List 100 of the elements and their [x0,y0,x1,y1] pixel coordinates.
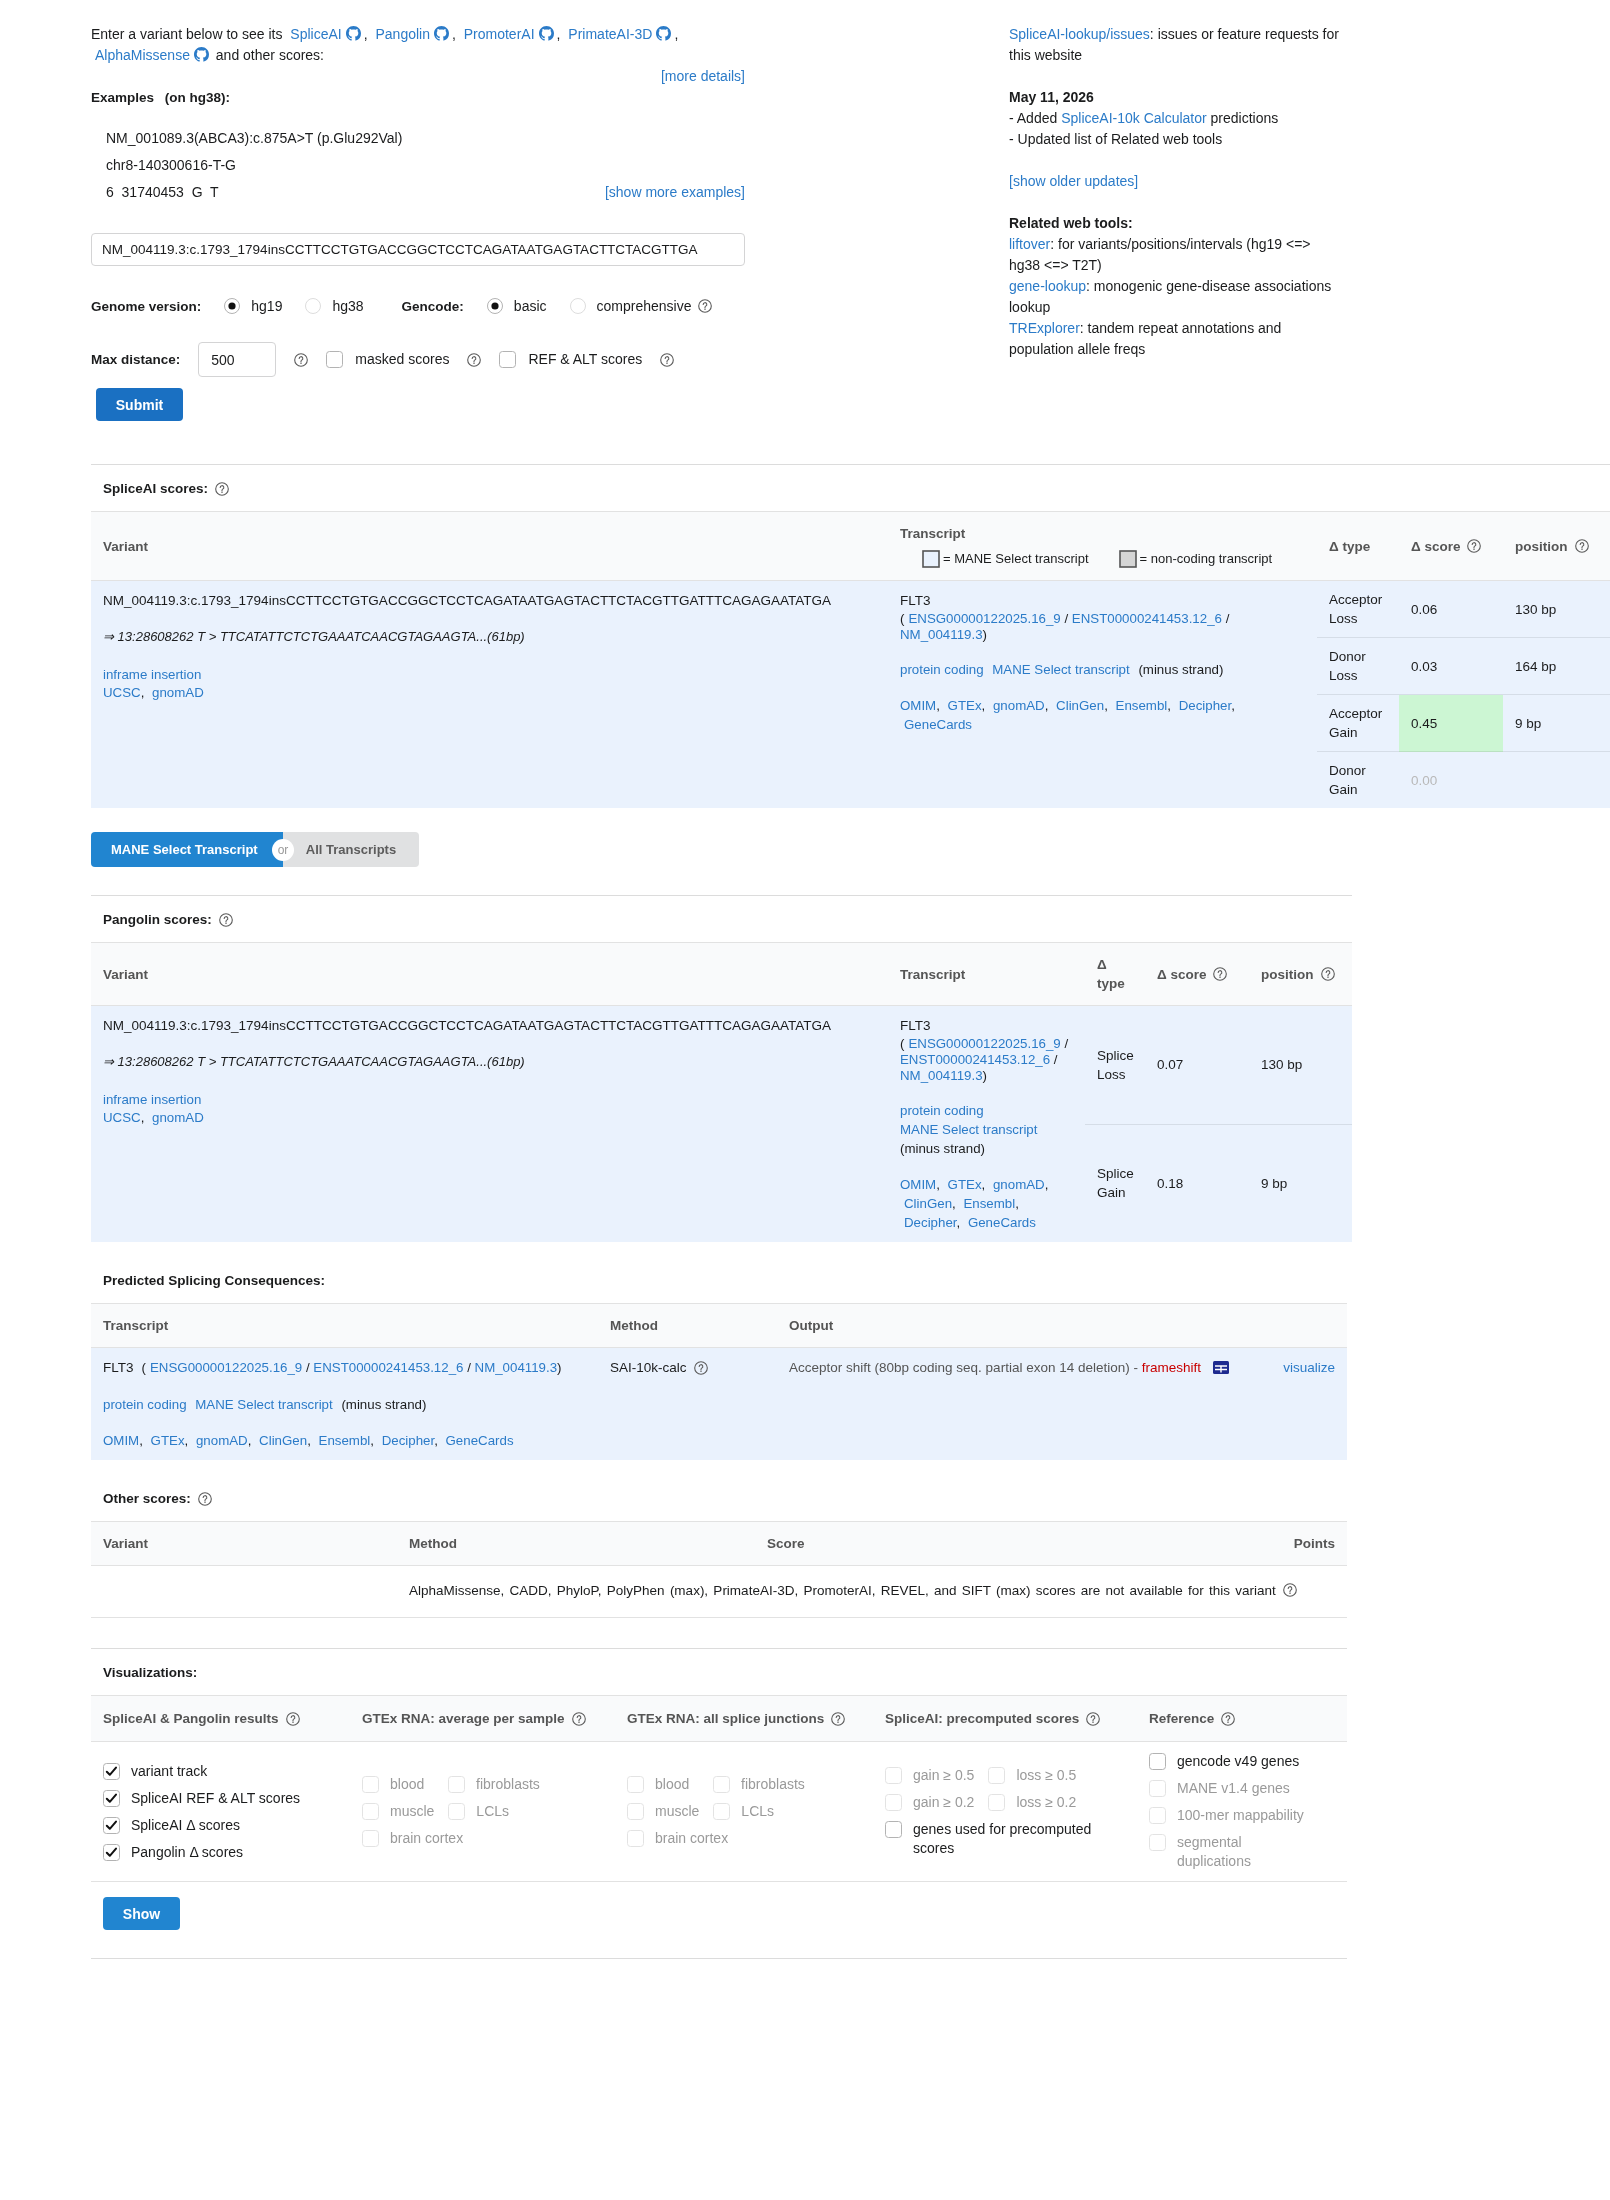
help-icon[interactable] [285,1711,300,1726]
table-icon[interactable] [1213,1361,1229,1374]
checkbox[interactable] [103,1762,120,1780]
section-title: SpliceAI scores: [103,480,209,498]
checkbox-label: genes used for precomputed scores [913,1819,1093,1858]
example-variant[interactable]: NM_001089.3(ABCA3):c.875A>T (p.Glu292Val) [106,125,403,152]
transcript-ids: ( ENSG00000122025.16_9 / ENST00000241453.12_6 / NM_004119.3) [900,611,1231,643]
external-link[interactable]: gnomAD [195,1433,248,1448]
transcript-link[interactable]: ENSG00000122025.16_9 [908,611,1061,626]
submit-button[interactable]: Submit [96,388,183,421]
external-link[interactable]: GTEx [947,698,982,713]
help-icon[interactable] [698,299,713,313]
external-link[interactable]: gnomAD [152,685,204,700]
github-icon[interactable] [656,26,672,41]
tag-link[interactable]: MANE Select transcript [195,1397,333,1412]
external-link[interactable]: OMIM [900,1177,937,1192]
checkbox[interactable] [103,1789,120,1807]
checkbox[interactable] [326,351,344,368]
transcript-link[interactable]: ENSG00000122025.16_9 [908,1036,1061,1051]
radio-button[interactable] [305,298,322,314]
help-icon[interactable] [1282,1583,1297,1597]
external-link[interactable]: GeneCards [967,1215,1036,1230]
tool-link[interactable]: AlphaMissense [95,47,190,63]
external-link[interactable]: Decipher [381,1433,435,1448]
transcript-link[interactable]: ENST00000241453.12_6 [1071,611,1222,626]
transcript-link[interactable]: ENST00000241453.12_6 [313,1360,464,1375]
section-title: Pangolin scores: [103,911,212,929]
radio-button[interactable] [224,298,241,314]
external-link[interactable]: GTEx [947,1177,982,1192]
external-link[interactable]: gnomAD [992,1177,1045,1192]
tag-link[interactable]: protein coding [900,1103,984,1118]
github-icon[interactable] [345,26,361,41]
radio-button[interactable] [486,298,503,314]
help-icon[interactable] [1467,539,1482,553]
checkbox[interactable] [103,1816,120,1834]
help-icon[interactable] [467,352,482,367]
help-icon[interactable] [693,1360,708,1375]
external-link[interactable]: Decipher [904,1215,957,1230]
help-icon[interactable] [218,913,233,927]
help-icon[interactable] [660,352,675,367]
checkbox[interactable] [103,1843,120,1861]
issues-link[interactable]: SpliceAI-lookup/issues [1009,26,1150,42]
update-link[interactable]: SpliceAI-10k Calculator [1061,110,1207,126]
help-icon[interactable] [294,352,309,367]
external-link[interactable]: OMIM [103,1433,140,1448]
tool-link[interactable]: PrimateAI-3D [568,26,653,42]
splice-type: Acceptor Gain [1329,706,1383,740]
tag-link[interactable]: protein coding [900,662,984,677]
tag-link[interactable]: MANE Select transcript [900,1122,1038,1137]
transcript-link[interactable]: NM_004119.3 [900,627,983,642]
splice-position: 130 bp [1515,601,1557,617]
column-header: SpliceAI: precomputed scores [885,1710,1080,1728]
github-icon[interactable] [433,26,449,41]
more-examples-link[interactable]: [show more examples] [604,184,745,200]
tag-link[interactable]: protein coding [103,1397,187,1412]
transcript-link[interactable]: ENST00000241453.12_6 [900,1052,1051,1067]
checkbox[interactable] [885,1820,902,1838]
radio-button[interactable] [569,298,586,314]
github-icon[interactable] [193,47,209,62]
consequence-link[interactable]: inframe insertion [103,1092,202,1107]
max-distance-input[interactable]: 500 [198,342,277,377]
external-link[interactable]: GeneCards [445,1433,514,1448]
external-link[interactable]: gnomAD [152,1110,204,1125]
visualize-link[interactable]: visualize [1283,1358,1335,1377]
external-link[interactable]: gnomAD [992,698,1045,713]
external-link[interactable]: GeneCards [904,717,972,732]
help-icon[interactable] [1213,967,1228,981]
github-icon[interactable] [538,26,554,41]
checkbox[interactable] [499,351,517,368]
external-link[interactable]: GTEx [150,1433,185,1448]
help-icon[interactable] [1221,1711,1236,1726]
checkbox[interactable] [1149,1753,1166,1770]
help-icon[interactable] [1320,967,1335,981]
help-icon[interactable] [1086,1711,1101,1726]
tool-link[interactable]: PromoterAI [463,26,535,42]
tag-link[interactable]: MANE Select transcript [992,662,1130,677]
transcript-link[interactable]: NM_004119.3 [900,1068,983,1083]
older-updates-link[interactable]: [show older updates] [1009,173,1139,189]
variant-input[interactable]: NM_004119.3:c.1793_1794insCCTTCCTGTGACCGGCTCCTCAGATAATGAGTACTTCTACGTTGA [91,233,745,266]
external-link[interactable]: OMIM [900,698,937,713]
consequence-link[interactable]: inframe insertion [103,667,202,682]
section-title: Other scores: [103,1490,191,1508]
help-icon[interactable] [831,1711,846,1726]
transcript-link[interactable]: ENSG00000122025.16_9 [149,1360,303,1375]
external-link[interactable]: UCSC [103,685,141,700]
example-variant[interactable]: chr8-140300616-T-G [106,152,236,179]
help-icon[interactable] [1574,539,1589,553]
more-details-link[interactable]: [more details] [660,66,745,87]
tool-link[interactable]: TRExplorer [1009,320,1080,336]
help-icon[interactable] [571,1711,586,1726]
external-link[interactable]: Decipher [1178,698,1232,713]
transcript-link[interactable]: NM_004119.3 [474,1360,558,1375]
show-button[interactable]: Show [103,1897,180,1930]
help-icon[interactable] [215,482,230,496]
external-link[interactable]: UCSC [103,1110,141,1125]
tool-link[interactable]: SpliceAI [290,26,342,42]
example-variant[interactable]: 6 31740453 G T [106,179,219,206]
tool-link[interactable]: Pangolin [375,26,430,42]
related-tools-heading: Related web tools: [1009,214,1133,233]
help-icon[interactable] [197,1492,212,1506]
